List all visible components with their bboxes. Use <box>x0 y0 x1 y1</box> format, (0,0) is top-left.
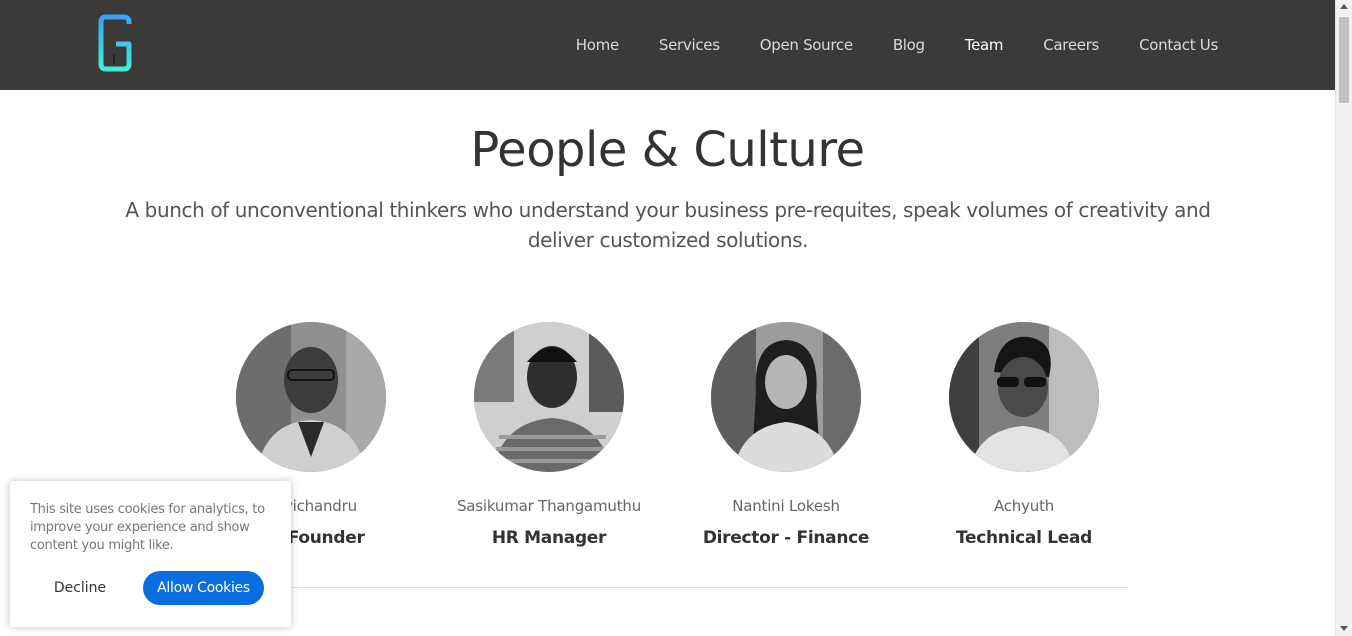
g-logo-icon[interactable] <box>96 14 134 72</box>
member-name: Nantini Lokesh <box>732 497 840 515</box>
scroll-up-arrow-icon[interactable] <box>1340 4 1348 9</box>
scroll-down-arrow-icon[interactable] <box>1340 626 1348 631</box>
member-role: Technical Lead <box>955 528 1093 548</box>
member-role: Director - Finance <box>702 528 870 548</box>
team-member-card: Sasikumar Thangamuthu HR Manager <box>429 322 669 548</box>
nav-careers[interactable]: Careers <box>1023 36 1119 54</box>
page-subtitle: A bunch of unconventional thinkers who u… <box>125 198 1211 252</box>
member-role: HR Manager <box>491 528 607 548</box>
member-photo <box>711 322 861 472</box>
member-name: Achyuth <box>993 497 1055 515</box>
member-photo <box>236 322 386 472</box>
cookie-message: This site uses cookies for analytics, to… <box>30 502 265 553</box>
nav-team[interactable]: Team <box>945 36 1023 54</box>
page-title: People & Culture <box>470 122 865 178</box>
nav-blog[interactable]: Blog <box>873 36 945 54</box>
member-photo <box>949 322 1099 472</box>
section-divider <box>236 587 1128 588</box>
nav-open-source[interactable]: Open Source <box>740 36 873 54</box>
cookie-banner: This site uses cookies for analytics, to… <box>10 481 291 627</box>
page-scrollbar[interactable] <box>1335 0 1352 636</box>
nav-contact-us[interactable]: Contact Us <box>1119 36 1238 54</box>
scroll-thumb[interactable] <box>1339 17 1349 103</box>
nav-home[interactable]: Home <box>556 36 639 54</box>
member-photo <box>474 322 624 472</box>
site-header: Home Services Open Source Blog Team Care… <box>0 0 1335 90</box>
team-member-card: Achyuth Technical Lead <box>904 322 1144 548</box>
member-name: Sasikumar Thangamuthu <box>456 497 642 515</box>
nav-services[interactable]: Services <box>639 36 740 54</box>
decline-cookies-button[interactable]: Decline <box>30 571 130 605</box>
team-member-card: Nantini Lokesh Director - Finance <box>666 322 906 548</box>
allow-cookies-button[interactable]: Allow Cookies <box>143 571 264 605</box>
main-nav: Home Services Open Source Blog Team Care… <box>556 0 1238 90</box>
